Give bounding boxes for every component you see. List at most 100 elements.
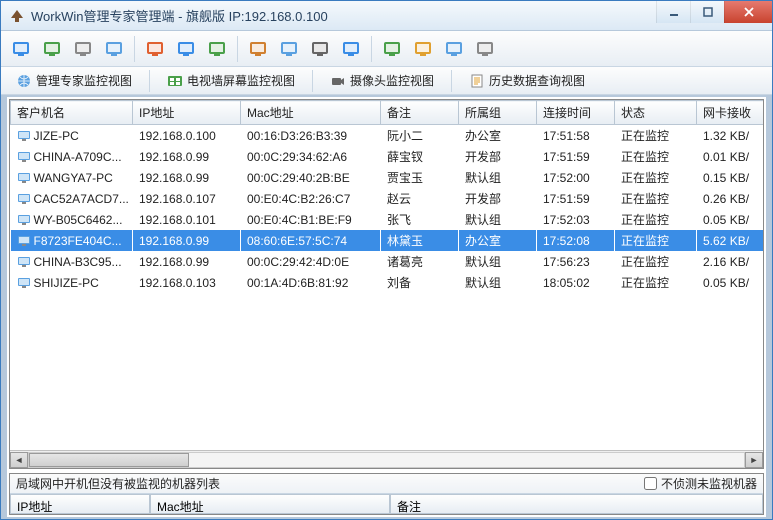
cell-note: 阮小二 <box>381 125 459 147</box>
cell-note: 赵云 <box>381 188 459 209</box>
forward-icon <box>278 38 300 60</box>
cell-status: 正在监控 <box>615 146 697 167</box>
view-tabs: 管理专家监控视图 电视墙屏幕监控视图 摄像头监控视图 历史数据查询视图 <box>1 67 772 95</box>
cell-mac: 00:0C:29:40:2B:BE <box>241 167 381 188</box>
cell-note: 张飞 <box>381 209 459 230</box>
table-row[interactable]: SHIJIZE-PC192.168.0.10300:1A:4D:6B:81:92… <box>11 272 765 293</box>
tab-label: 历史数据查询视图 <box>489 72 585 89</box>
monitor-button[interactable] <box>337 35 365 63</box>
cell-status: 正在监控 <box>615 251 697 272</box>
cell-note: 刘备 <box>381 272 459 293</box>
scroll-track[interactable] <box>28 452 745 468</box>
scroll-thumb[interactable] <box>29 453 189 467</box>
connect-button[interactable] <box>7 35 35 63</box>
table-row[interactable]: CHINA-A709C...192.168.0.9900:0C:29:34:62… <box>11 146 765 167</box>
cell-time: 18:05:02 <box>537 272 615 293</box>
screenshot-icon <box>144 38 166 60</box>
main-toolbar <box>1 31 772 67</box>
cell-name: JIZE-PC <box>11 125 133 147</box>
cell-group: 默认组 <box>459 272 537 293</box>
bottom-col-mac[interactable]: Mac地址 <box>150 494 390 514</box>
screenshot-button[interactable] <box>141 35 169 63</box>
scroll-left-arrow[interactable]: ◄ <box>10 452 28 468</box>
cell-time: 17:56:23 <box>537 251 615 272</box>
camera-button[interactable] <box>306 35 334 63</box>
col-mac[interactable]: Mac地址 <box>241 101 381 125</box>
users-button[interactable] <box>409 35 437 63</box>
table-row[interactable]: CHINA-B3C95...192.168.0.9900:0C:29:42:4D… <box>11 251 765 272</box>
forward-button[interactable] <box>275 35 303 63</box>
cell-nic: 0.05 KB/ <box>697 209 765 230</box>
tab-camera-view[interactable]: 摄像头监控视图 <box>321 70 443 92</box>
cell-group: 办公室 <box>459 230 537 251</box>
table-row[interactable]: CAC52A7ACD7...192.168.0.10700:E0:4C:B2:2… <box>11 188 765 209</box>
cell-time: 17:52:08 <box>537 230 615 251</box>
table-row[interactable]: JIZE-PC192.168.0.10000:16:D3:26:B3:39阮小二… <box>11 125 765 147</box>
cell-nic: 0.01 KB/ <box>697 146 765 167</box>
col-group[interactable]: 所属组 <box>459 101 537 125</box>
col-nic[interactable]: 网卡接收 <box>697 101 765 125</box>
settings-button[interactable] <box>69 35 97 63</box>
cell-mac: 00:E0:4C:B1:BE:F9 <box>241 209 381 230</box>
unmonitored-panel: 局域网中开机但没有被监视的机器列表 不侦测未监视机器 IP地址 Mac地址 备注 <box>9 473 764 515</box>
user-icon <box>443 38 465 60</box>
toolbar-separator <box>237 36 238 62</box>
table-row[interactable]: WANGYA7-PC192.168.0.9900:0C:29:40:2B:BE贾… <box>11 167 765 188</box>
cell-name: CHINA-B3C95... <box>11 251 133 272</box>
col-note[interactable]: 备注 <box>381 101 459 125</box>
tab-tvwall-view[interactable]: 电视墙屏幕监控视图 <box>158 70 304 92</box>
cell-status: 正在监控 <box>615 167 697 188</box>
tab-label: 管理专家监控视图 <box>36 72 132 89</box>
cell-note: 贾宝玉 <box>381 167 459 188</box>
cell-time: 17:51:59 <box>537 188 615 209</box>
wall-button[interactable] <box>203 35 231 63</box>
video-icon <box>175 38 197 60</box>
cell-status: 正在监控 <box>615 188 697 209</box>
bottom-col-note[interactable]: 备注 <box>390 494 763 514</box>
video-button[interactable] <box>172 35 200 63</box>
horizontal-scrollbar[interactable]: ◄ ► <box>10 450 763 468</box>
lock-button[interactable] <box>244 35 272 63</box>
minimize-button[interactable] <box>656 1 690 23</box>
cell-nic: 1.32 KB/ <box>697 125 765 147</box>
no-detect-checkbox-label[interactable]: 不侦测未监视机器 <box>644 475 757 492</box>
log-button[interactable] <box>471 35 499 63</box>
bottom-col-ip[interactable]: IP地址 <box>10 494 150 514</box>
cell-mac: 00:0C:29:42:4D:0E <box>241 251 381 272</box>
computer-icon <box>17 151 31 163</box>
user-button[interactable] <box>440 35 468 63</box>
table-row[interactable]: WY-B05C6462...192.168.0.10100:E0:4C:B1:B… <box>11 209 765 230</box>
cell-ip: 192.168.0.107 <box>133 188 241 209</box>
col-status[interactable]: 状态 <box>615 101 697 125</box>
table-row[interactable]: F8723FE404C...192.168.0.9908:60:6E:57:5C… <box>11 230 765 251</box>
cell-name: F8723FE404C... <box>11 230 133 251</box>
tab-label: 摄像头监控视图 <box>350 72 434 89</box>
cell-nic: 2.16 KB/ <box>697 251 765 272</box>
computer-icon <box>17 235 31 247</box>
client-table[interactable]: 客户机名 IP地址 Mac地址 备注 所属组 连接时间 状态 网卡接收 JIZE… <box>10 100 764 293</box>
lock-icon <box>247 38 269 60</box>
computer-icon <box>17 193 31 205</box>
main-area: 客户机名 IP地址 Mac地址 备注 所属组 连接时间 状态 网卡接收 JIZE… <box>1 95 772 519</box>
refresh-icon <box>381 38 403 60</box>
chat-button[interactable] <box>100 35 128 63</box>
col-clientname[interactable]: 客户机名 <box>11 101 133 125</box>
cell-status: 正在监控 <box>615 209 697 230</box>
maximize-button[interactable] <box>690 1 724 23</box>
separator <box>312 70 313 92</box>
app-window: WorkWin管理专家管理端 - 旗舰版 IP:192.168.0.100 管理… <box>0 0 773 520</box>
refresh-button[interactable] <box>378 35 406 63</box>
cell-status: 正在监控 <box>615 125 697 147</box>
col-time[interactable]: 连接时间 <box>537 101 615 125</box>
no-detect-checkbox[interactable] <box>644 477 657 490</box>
close-button[interactable] <box>724 1 772 23</box>
connect-icon <box>10 38 32 60</box>
col-ip[interactable]: IP地址 <box>133 101 241 125</box>
tab-monitor-view[interactable]: 管理专家监控视图 <box>7 70 141 92</box>
tab-history-view[interactable]: 历史数据查询视图 <box>460 70 594 92</box>
unmonitored-title: 局域网中开机但没有被监视的机器列表 <box>16 475 644 492</box>
cell-group: 办公室 <box>459 125 537 147</box>
camera-icon <box>309 38 331 60</box>
computer-button[interactable] <box>38 35 66 63</box>
scroll-right-arrow[interactable]: ► <box>745 452 763 468</box>
